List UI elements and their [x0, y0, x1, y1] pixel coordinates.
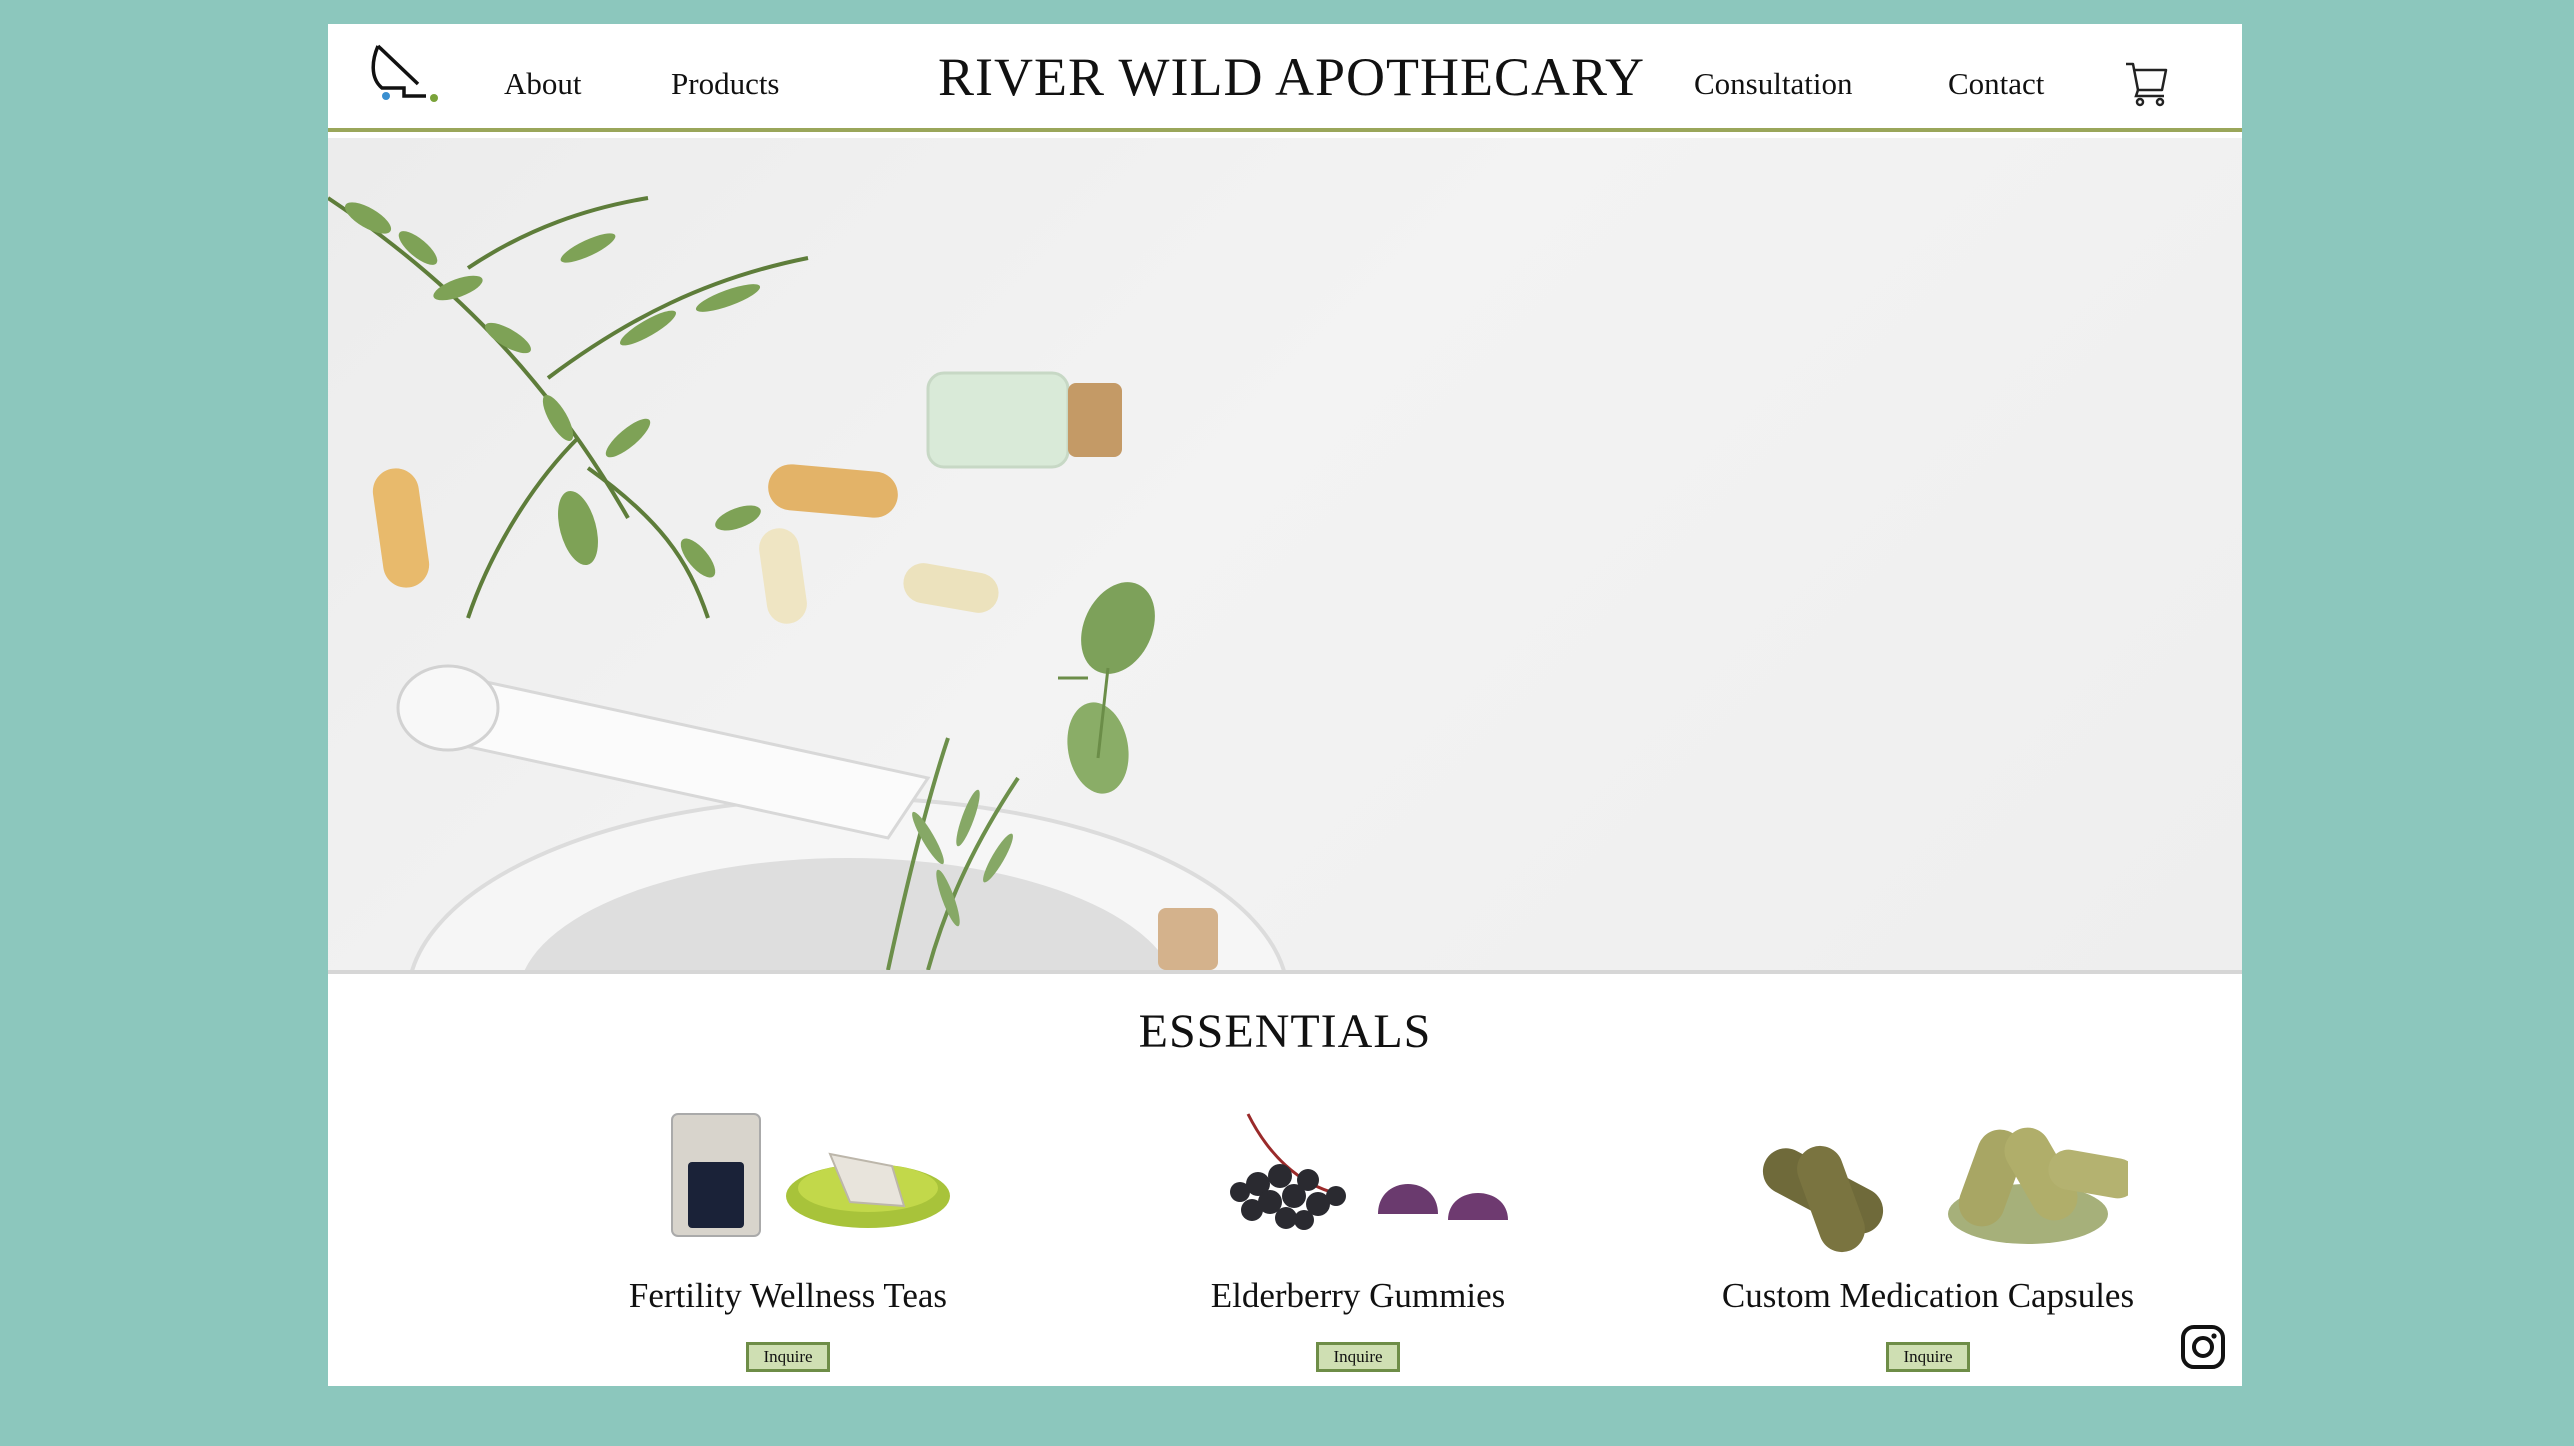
shopping-cart-icon[interactable]: [2124, 58, 2170, 108]
inquire-button-capsules[interactable]: Inquire: [1886, 1342, 1970, 1372]
inquire-button-teas[interactable]: Inquire: [746, 1342, 830, 1372]
gummies-product-image[interactable]: [1158, 1084, 1558, 1254]
nav-products[interactable]: Products: [671, 66, 780, 102]
tea-bag-and-bowl-icon: [671, 1113, 950, 1237]
instagram-icon[interactable]: [2180, 1324, 2226, 1370]
herbs-illustration: [328, 196, 1286, 970]
nav-consultation[interactable]: Consultation: [1694, 66, 1852, 102]
hero-image: [328, 138, 2242, 974]
product-card-teas: Fertility Wellness Teas Inquire: [508, 1084, 1068, 1372]
nav-about[interactable]: About: [504, 66, 582, 102]
inquire-button-gummies[interactable]: Inquire: [1316, 1342, 1400, 1372]
tea-product-image[interactable]: [588, 1084, 988, 1254]
brand-title[interactable]: RIVER WILD APOTHECARY: [938, 46, 1644, 108]
nav-contact[interactable]: Contact: [1948, 66, 2044, 102]
product-name-teas[interactable]: Fertility Wellness Teas: [508, 1276, 1068, 1316]
logo-icon[interactable]: [364, 34, 444, 116]
product-name-capsules[interactable]: Custom Medication Capsules: [1648, 1276, 2208, 1316]
elderberries-and-gummies-icon: [1230, 1113, 1508, 1230]
essentials-title: ESSENTIALS: [1138, 1005, 1432, 1058]
capsules-product-image[interactable]: [1728, 1084, 2138, 1254]
herbal-capsules-icon: [1762, 1127, 2138, 1253]
product-card-capsules: Custom Medication Capsules Inquire: [1648, 1084, 2208, 1372]
product-name-gummies[interactable]: Elderberry Gummies: [1078, 1276, 1638, 1316]
site-header: About Products RIVER WILD APOTHECARY Con…: [328, 24, 2242, 132]
page: About Products RIVER WILD APOTHECARY Con…: [328, 24, 2242, 1386]
product-card-gummies: Elderberry Gummies Inquire: [1078, 1084, 1638, 1372]
